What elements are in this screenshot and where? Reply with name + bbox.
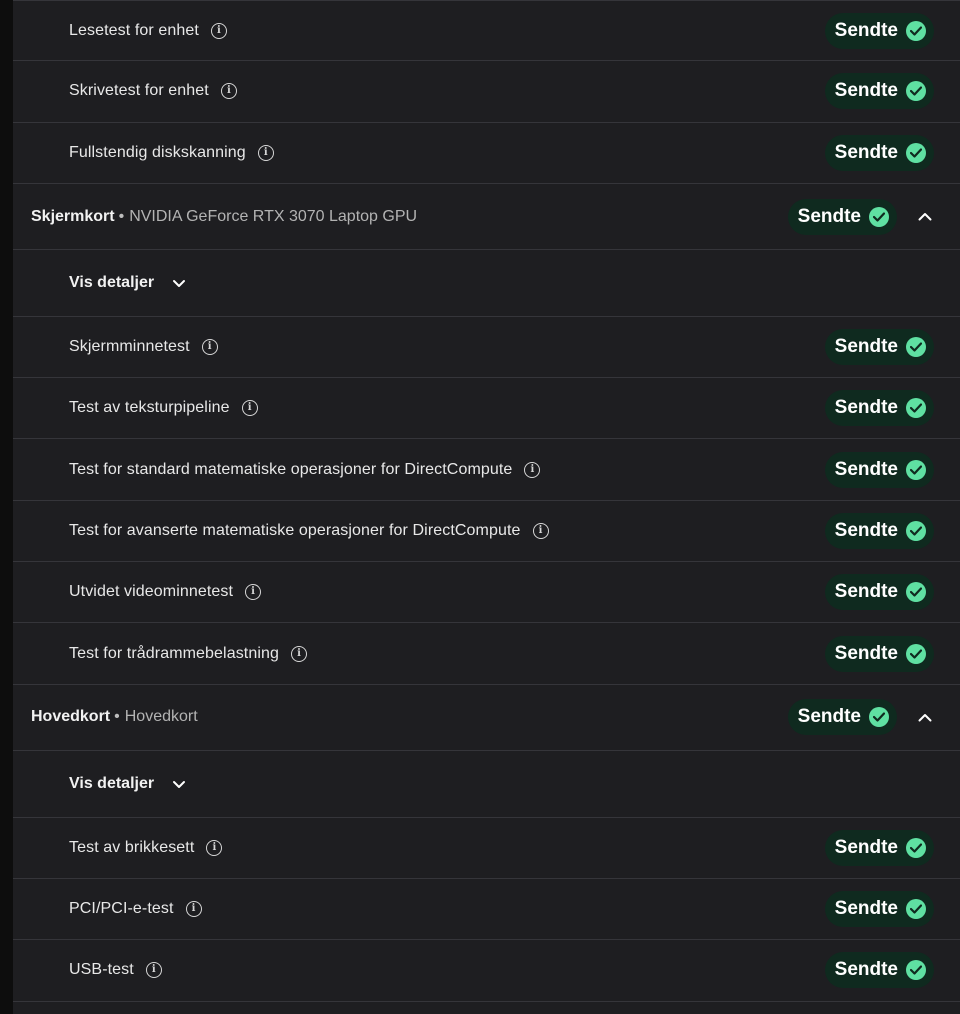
diagnostics-results-panel: Lesetest for enhet i Sendte Skrivetest f… — [13, 0, 960, 1014]
test-row: Skjermminnetest i Sendte — [13, 317, 960, 379]
category-separator: • — [118, 207, 125, 225]
info-icon[interactable]: i — [257, 144, 274, 161]
status-badge: Sendte — [824, 390, 934, 427]
check-circle-icon — [906, 960, 926, 981]
info-icon[interactable]: i — [245, 584, 262, 601]
status-badge: Sendte — [824, 329, 934, 366]
status-badge: Sendte — [824, 12, 934, 49]
test-label: Skjermminnetest — [69, 338, 190, 356]
info-icon[interactable]: i — [241, 400, 258, 417]
test-row: Fullstendig diskskanning i Sendte — [13, 123, 960, 184]
show-details-toggle[interactable]: Vis detaljer — [13, 751, 960, 818]
status-label: Sendte — [797, 706, 861, 728]
status-badge: Sendte — [824, 73, 934, 110]
check-circle-icon — [869, 707, 889, 728]
check-circle-icon — [906, 142, 926, 163]
test-row: Test av brikkesett i Sendte — [13, 818, 960, 879]
test-label: Fullstendig diskskanning — [69, 143, 246, 161]
test-label: Skrivetest for enhet — [69, 82, 209, 100]
status-badge: Sendte — [824, 635, 934, 672]
test-label: Test av teksturpipeline — [69, 399, 230, 417]
info-icon[interactable]: i — [524, 461, 541, 478]
status-label: Sendte — [834, 80, 898, 102]
status-label: Sendte — [834, 19, 898, 41]
check-circle-icon — [869, 206, 889, 227]
check-circle-icon — [906, 643, 926, 664]
test-label: USB-test — [69, 961, 134, 979]
status-label: Sendte — [834, 959, 898, 981]
test-row: Lesetest for enhet i Sendte — [13, 0, 960, 62]
status-label: Sendte — [834, 458, 898, 480]
status-label: Sendte — [834, 141, 898, 163]
status-label: Sendte — [834, 397, 898, 419]
category-device: NVIDIA GeForce RTX 3070 Laptop GPU — [129, 207, 418, 225]
info-icon[interactable]: i — [210, 22, 227, 39]
check-circle-icon — [906, 837, 926, 858]
check-circle-icon — [906, 398, 926, 419]
test-label: Test av brikkesett — [69, 838, 195, 856]
check-circle-icon — [906, 81, 926, 102]
status-label: Sendte — [834, 336, 898, 358]
status-badge: Sendte — [824, 829, 934, 866]
test-row: Skrivetest for enhet i Sendte — [13, 61, 960, 123]
status-badge: Sendte — [824, 451, 934, 488]
show-details-label: Vis detaljer — [69, 774, 155, 792]
category-device: Hovedkort — [124, 708, 198, 726]
info-icon[interactable]: i — [206, 839, 223, 856]
info-icon[interactable]: i — [185, 901, 202, 918]
test-row: PCI/PCI-e-test i Sendte — [13, 879, 960, 941]
category-header-motherboard[interactable]: Hovedkort • Hovedkort Sendte — [13, 685, 960, 752]
status-label: Sendte — [797, 205, 861, 227]
check-circle-icon — [906, 337, 926, 358]
show-details-toggle[interactable]: Vis detaljer — [13, 250, 960, 317]
status-label: Sendte — [834, 642, 898, 664]
category-separator: • — [114, 708, 120, 726]
check-circle-icon — [906, 20, 926, 41]
test-label: Test for standard matematiske operasjone… — [69, 460, 513, 478]
check-circle-icon — [906, 520, 926, 541]
status-badge: Sendte — [824, 512, 934, 549]
info-icon[interactable]: i — [291, 645, 308, 662]
category-name: Hovedkort — [31, 708, 111, 726]
status-badge: Sendte — [824, 574, 934, 611]
test-label: Utvidet videominnetest — [69, 583, 234, 601]
status-badge: Sendte — [824, 134, 934, 171]
status-label: Sendte — [834, 581, 898, 603]
status-badge: Sendte — [824, 952, 934, 989]
category-name: Skjermkort — [31, 207, 115, 225]
test-row: Utvidet videominnetest i Sendte — [13, 562, 960, 624]
test-row: Test for trådrammebelastning i Sendte — [13, 623, 960, 685]
status-badge: Sendte — [787, 699, 897, 736]
check-circle-icon — [906, 899, 926, 920]
status-label: Sendte — [834, 519, 898, 541]
info-icon[interactable]: i — [201, 339, 218, 356]
info-icon[interactable]: i — [532, 522, 549, 539]
test-row: USB-test i Sendte — [13, 940, 960, 1002]
status-badge: Sendte — [824, 891, 934, 928]
chevron-up-icon[interactable] — [917, 209, 933, 225]
test-label: Test for avanserte matematiske operasjon… — [69, 521, 521, 539]
chevron-up-icon[interactable] — [917, 709, 933, 725]
test-row: Test for standard matematiske operasjone… — [13, 439, 960, 501]
chevron-down-icon — [172, 777, 186, 791]
test-label: Lesetest for enhet — [69, 21, 199, 39]
chevron-down-icon — [172, 276, 186, 290]
test-label: PCI/PCI-e-test — [69, 900, 174, 918]
status-label: Sendte — [834, 836, 898, 858]
status-label: Sendte — [834, 898, 898, 920]
info-icon[interactable]: i — [220, 83, 237, 100]
category-header-gpu[interactable]: Skjermkort • NVIDIA GeForce RTX 3070 Lap… — [13, 184, 960, 251]
test-row: Test for avanserte matematiske operasjon… — [13, 501, 960, 563]
test-row: Test av teksturpipeline i Sendte — [13, 378, 960, 440]
check-circle-icon — [906, 459, 926, 480]
show-details-label: Vis detaljer — [69, 274, 155, 292]
status-badge: Sendte — [787, 198, 897, 235]
test-label: Test for trådrammebelastning — [69, 644, 280, 662]
info-icon[interactable]: i — [145, 962, 162, 979]
check-circle-icon — [906, 582, 926, 603]
